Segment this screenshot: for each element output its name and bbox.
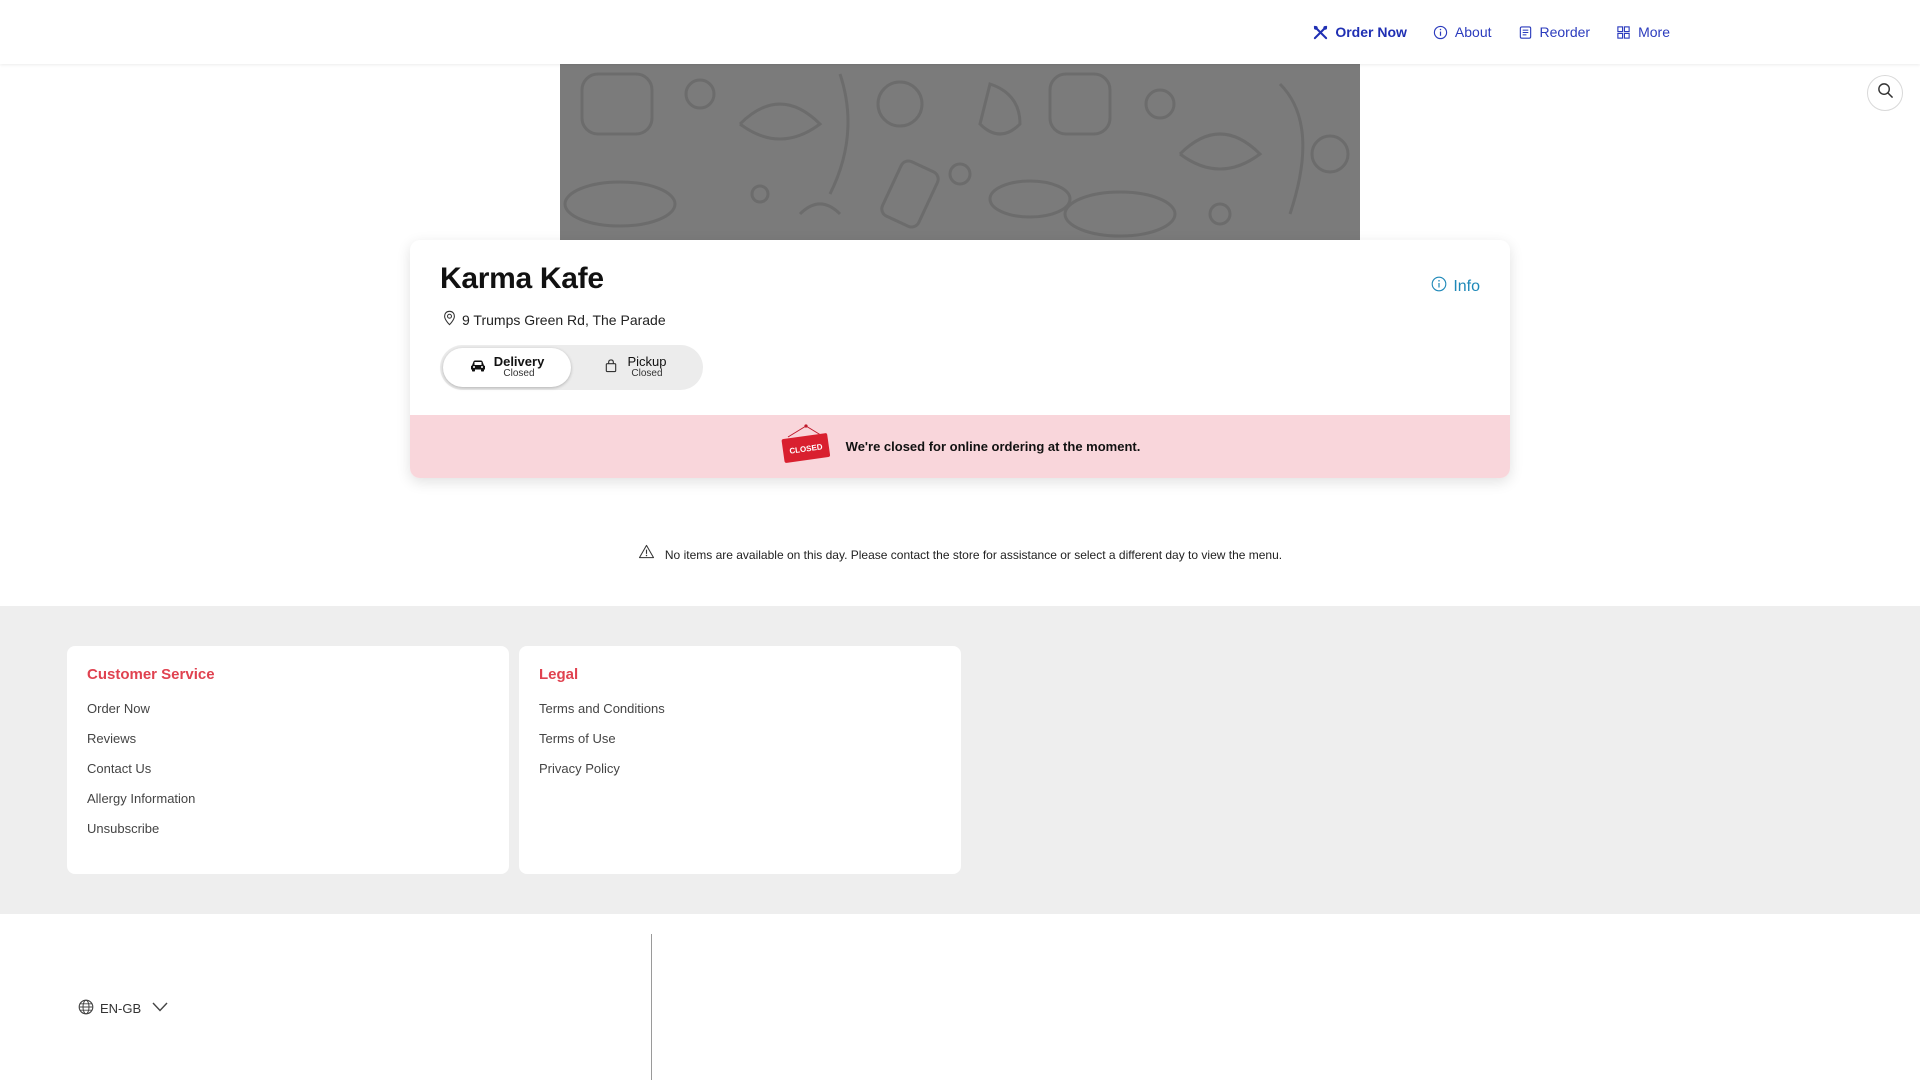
nav-label: Reorder [1539, 24, 1591, 40]
address-text: 9 Trumps Green Rd, The Parade [462, 311, 666, 328]
footer-link-privacy-policy[interactable]: Privacy Policy [539, 754, 941, 784]
footer-divider [651, 934, 652, 1080]
no-items-notice: No items are available on this day. Plea… [0, 544, 1920, 562]
top-navbar: Order Now About Reorder More [0, 0, 1920, 64]
location-pin-icon [442, 310, 457, 329]
delivery-label: Delivery [493, 354, 545, 370]
nav-label: About [1454, 24, 1492, 40]
nav-reorder[interactable]: Reorder [1518, 24, 1591, 40]
customer-service-heading: Customer Service [87, 666, 215, 683]
closed-sign-icon: CLOSED [780, 423, 832, 470]
legal-section: Legal Terms and Conditions Terms of Use … [519, 646, 961, 874]
delivery-text: Delivery Closed [494, 355, 545, 379]
pickup-status: Closed [631, 368, 663, 380]
site-footer: Customer Service Order Now Reviews Conta… [0, 606, 1920, 914]
info-icon [1431, 276, 1447, 297]
footer-link-reviews[interactable]: Reviews [87, 724, 489, 754]
search-button[interactable] [1867, 75, 1903, 111]
nav-order-now[interactable]: Order Now [1313, 24, 1407, 40]
footer-link-allergy-information[interactable]: Allergy Information [87, 784, 489, 814]
store-name: Karma Kafe [440, 262, 604, 295]
notice-text: No items are available on this day. Plea… [664, 548, 1283, 562]
pickup-text: Pickup Closed [627, 355, 666, 379]
pickup-label: Pickup [627, 354, 667, 370]
language-selector[interactable]: EN-GB [78, 999, 169, 1018]
customer-service-section: Customer Service Order Now Reviews Conta… [67, 646, 509, 874]
pickup-option[interactable]: Pickup Closed [571, 348, 699, 387]
shopping-bag-icon [603, 358, 619, 378]
nav-label: More [1638, 24, 1670, 40]
footer-link-terms-and-conditions[interactable]: Terms and Conditions [539, 694, 941, 724]
closed-banner: CLOSED We're closed for online ordering … [410, 415, 1510, 478]
grid-icon [1616, 25, 1631, 40]
footer-link-unsubscribe[interactable]: Unsubscribe [87, 814, 489, 844]
store-banner-image [560, 64, 1360, 240]
bottom-bar: EN-GB [0, 914, 1920, 1080]
delivery-option[interactable]: Delivery Closed [443, 348, 571, 387]
store-address: 9 Trumps Green Rd, The Parade [442, 310, 666, 329]
nav-more[interactable]: More [1616, 24, 1670, 40]
order-mode-toggle: Delivery Closed Pickup Closed [440, 345, 703, 390]
info-label: Info [1453, 277, 1480, 295]
footer-link-order-now[interactable]: Order Now [87, 694, 489, 724]
search-icon [1877, 82, 1894, 104]
legal-heading: Legal [539, 666, 579, 683]
car-icon [470, 358, 486, 378]
footer-link-terms-of-use[interactable]: Terms of Use [539, 724, 941, 754]
info-button[interactable]: Info [1431, 276, 1480, 297]
delivery-status: Closed [503, 368, 535, 380]
main-nav: Order Now About Reorder More [1313, 0, 1670, 64]
nav-about[interactable]: About [1433, 24, 1492, 40]
footer-link-contact-us[interactable]: Contact Us [87, 754, 489, 784]
nav-label: Order Now [1335, 24, 1407, 40]
chevron-down-icon [147, 1001, 169, 1016]
language-label: EN-GB [100, 1001, 142, 1016]
receipt-icon [1518, 25, 1533, 40]
closed-message: We're closed for online ordering at the … [845, 439, 1141, 454]
store-info-card: Karma Kafe Info 9 Trumps Green Rd, The P… [410, 240, 1510, 478]
info-icon [1433, 25, 1448, 40]
globe-icon [78, 999, 94, 1018]
warning-icon [638, 544, 655, 562]
utensils-icon [1313, 25, 1328, 40]
